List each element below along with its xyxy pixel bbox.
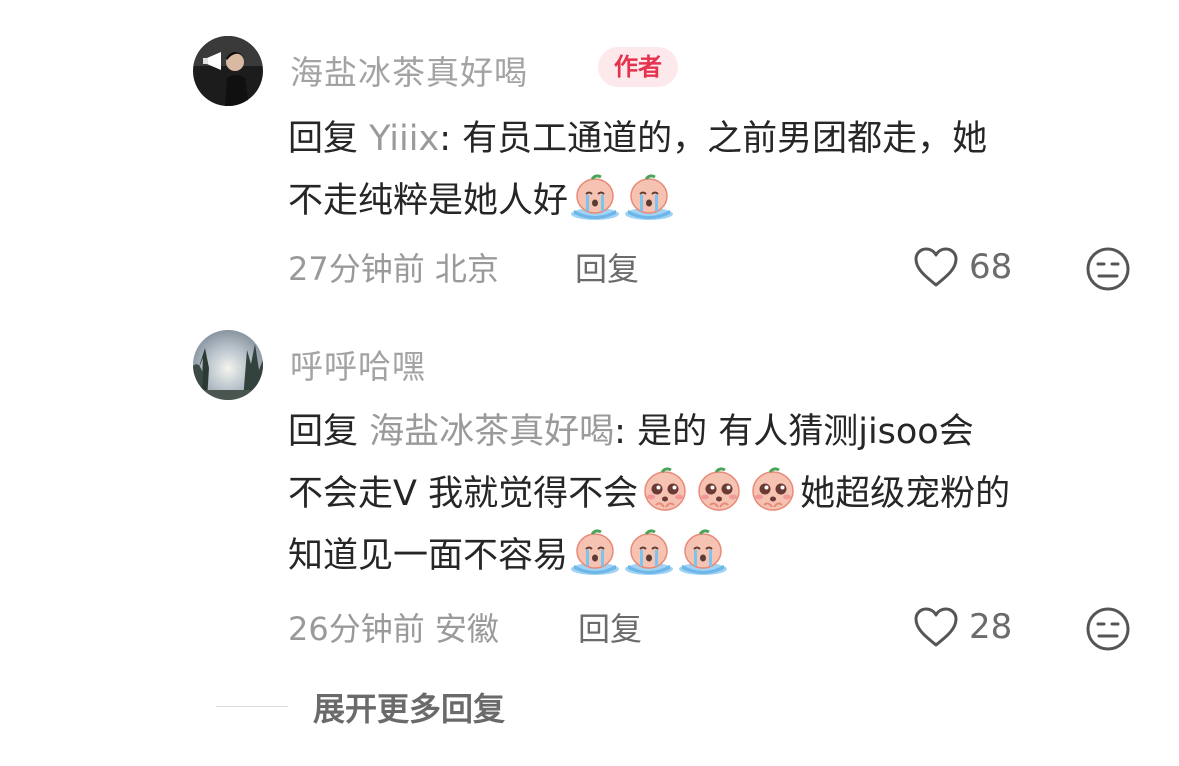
comment-meta: 27分钟前 北京 — [288, 244, 499, 290]
crying-peach-emoji — [622, 529, 676, 575]
comment-text-line2: 不会走V 我就觉得不会 — [288, 474, 639, 514]
comment-meta: 26分钟前 安徽 — [288, 604, 499, 650]
avatar[interactable] — [193, 330, 263, 400]
comment-text: 回复 Yiiix: 有员工通道的，之前男团都走，她 不走纯粹是她人好 — [288, 108, 1138, 232]
reply-prefix: 回复 — [288, 412, 359, 452]
like-button[interactable]: 28 — [913, 606, 1012, 648]
reply-prefix: 回复 — [288, 119, 359, 159]
comment-text-line1: : 是的 有人猜测jisoo会 — [614, 412, 974, 452]
dislike-button[interactable] — [1085, 246, 1131, 296]
pleading-peach-emoji — [746, 467, 800, 513]
dislike-button[interactable] — [1085, 606, 1131, 656]
comment-text-line2b: 她超级宠粉的 — [800, 474, 1011, 514]
location: 安徽 — [434, 610, 499, 648]
author-badge: 作者 — [598, 47, 678, 87]
comment-text: 回复 海盐冰茶真好喝: 是的 有人猜测jisoo会 不会走V 我就觉得不会 她超级… — [288, 401, 1138, 587]
location: 北京 — [434, 250, 499, 288]
comment-text-line1: : 有员工通道的，之前男团都走，她 — [439, 119, 988, 159]
username[interactable]: 呼呼哈嘿 — [290, 340, 426, 388]
like-button[interactable]: 68 — [913, 246, 1012, 288]
crying-peach-emoji — [676, 529, 730, 575]
comment-text-line2: 不走纯粹是她人好 — [288, 181, 569, 221]
pleading-peach-emoji — [638, 467, 692, 513]
crying-peach-emoji — [568, 174, 622, 220]
avatar-image-trees — [193, 330, 263, 400]
reply-target-user[interactable]: Yiiix — [369, 119, 439, 159]
timestamp: 27分钟前 — [288, 250, 425, 288]
dislike-face-icon — [1086, 247, 1130, 291]
crying-peach-emoji — [568, 529, 622, 575]
heart-icon — [914, 247, 958, 287]
comment-text-line3: 知道见一面不容易 — [288, 536, 569, 576]
heart-icon — [914, 607, 958, 647]
like-count: 28 — [969, 607, 1013, 647]
pleading-peach-emoji — [692, 467, 746, 513]
avatar-image-megaphone — [193, 36, 263, 106]
username[interactable]: 海盐冰茶真好喝 — [290, 46, 528, 94]
dislike-face-icon — [1086, 607, 1130, 651]
crying-peach-emoji — [622, 174, 676, 220]
avatar[interactable] — [193, 36, 263, 106]
timestamp: 26分钟前 — [288, 610, 425, 648]
reply-button[interactable]: 回复 — [578, 604, 642, 650]
like-count: 68 — [969, 247, 1013, 287]
reply-button[interactable]: 回复 — [575, 244, 639, 290]
reply-target-user[interactable]: 海盐冰茶真好喝 — [369, 412, 614, 452]
expand-more-replies-button[interactable]: 展开更多回复 — [313, 684, 505, 730]
divider — [216, 706, 288, 707]
